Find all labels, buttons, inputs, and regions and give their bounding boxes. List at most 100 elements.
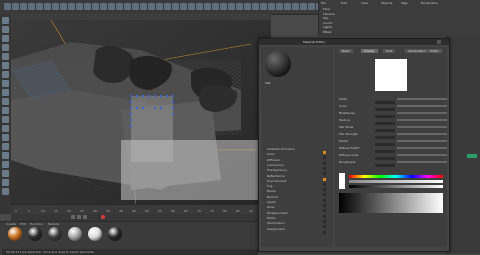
mode-icon[interactable] <box>2 152 9 159</box>
material-ball[interactable] <box>108 227 122 241</box>
material-ball[interactable] <box>48 227 62 241</box>
mode-icon[interactable] <box>2 89 9 96</box>
toolbar-icon[interactable] <box>276 3 283 10</box>
channel-checkbox[interactable] <box>323 204 326 207</box>
toolbar-icon[interactable] <box>4 3 11 10</box>
material-ball[interactable] <box>68 227 82 241</box>
material-tab[interactable]: Shader <box>361 49 378 53</box>
toolbar-icon[interactable] <box>12 3 19 10</box>
toolbar-icon[interactable] <box>292 3 299 10</box>
object-row[interactable]: Lights <box>323 25 332 29</box>
material-ball[interactable] <box>8 227 22 241</box>
mode-icon[interactable] <box>2 125 9 132</box>
channel-row[interactable]: Alpha <box>267 200 326 207</box>
channel-checkbox[interactable] <box>323 177 326 181</box>
property-slider[interactable] <box>397 112 447 114</box>
om-menu-item[interactable]: Tags <box>401 1 408 5</box>
material-tab[interactable]: Basic <box>339 49 353 53</box>
toolbar-icon[interactable] <box>124 3 131 10</box>
mm-menu-edit[interactable]: Edit <box>20 222 26 226</box>
toolbar-icon[interactable] <box>204 3 211 10</box>
mode-icon[interactable] <box>2 71 9 78</box>
toolbar-icon[interactable] <box>212 3 219 10</box>
channel-row[interactable]: Glow <box>267 205 326 213</box>
toolbar-icon[interactable] <box>84 3 91 10</box>
om-menu-item[interactable]: Bookmarks <box>421 1 438 5</box>
mode-icon[interactable] <box>2 80 9 87</box>
channel-checkbox[interactable] <box>323 225 326 229</box>
toolbar-icon[interactable] <box>220 3 227 10</box>
object-row[interactable]: Pillow <box>323 30 332 34</box>
property-slider[interactable] <box>397 147 447 149</box>
property-row[interactable]: Texture <box>339 118 447 125</box>
toolbar-icon[interactable] <box>60 3 67 10</box>
property-slider[interactable] <box>397 105 447 107</box>
play-back-button[interactable] <box>71 215 75 219</box>
channel-row[interactable]: Illumination <box>267 221 326 229</box>
channel-row[interactable]: Reflectance <box>267 174 326 181</box>
channel-row[interactable]: Transparency <box>267 168 326 176</box>
toolbar-icon[interactable] <box>268 3 275 10</box>
toolbar-icon[interactable] <box>100 3 107 10</box>
mode-icon[interactable] <box>2 143 9 150</box>
channel-checkbox[interactable] <box>323 209 326 213</box>
property-slider[interactable] <box>397 126 447 128</box>
om-menu-item[interactable]: Objects <box>381 1 392 5</box>
mode-icon[interactable] <box>2 179 9 186</box>
material-ball[interactable] <box>88 227 102 241</box>
channel-checkbox[interactable] <box>323 198 326 202</box>
mode-icon[interactable] <box>2 170 9 177</box>
property-row[interactable]: Color <box>339 104 447 111</box>
toolbar-icon[interactable] <box>300 3 307 10</box>
mm-menu-create[interactable]: Create <box>6 222 16 226</box>
toolbar-icon[interactable] <box>140 3 147 10</box>
toolbar-icon[interactable] <box>164 3 171 10</box>
channel-row[interactable]: Displacement <box>267 211 326 218</box>
material-tab[interactable]: Grid <box>383 49 396 53</box>
toolbar-icon[interactable] <box>252 3 259 10</box>
toolbar-icon[interactable] <box>196 3 203 10</box>
channel-checkbox[interactable] <box>323 182 326 186</box>
mode-icon[interactable] <box>2 161 9 168</box>
toolbar-icon[interactable] <box>108 3 115 10</box>
property-slider[interactable] <box>397 161 447 163</box>
property-row[interactable]: Roughness <box>339 160 447 167</box>
channel-checkbox[interactable] <box>323 151 326 154</box>
mode-icon[interactable] <box>2 53 9 60</box>
toolbar-icon[interactable] <box>68 3 75 10</box>
channel-checkbox[interactable] <box>323 161 326 165</box>
property-slider[interactable] <box>397 133 447 135</box>
channel-row[interactable]: Ambient Occlusion <box>267 147 326 154</box>
toolbar-icon[interactable] <box>116 3 123 10</box>
toolbar-icon[interactable] <box>236 3 243 10</box>
channel-checkbox[interactable] <box>323 188 326 192</box>
property-row[interactable]: Mix Mode <box>339 125 447 132</box>
color-gradient[interactable] <box>339 193 443 213</box>
property-row[interactable]: Brightness <box>339 111 447 118</box>
property-slider[interactable] <box>397 140 447 142</box>
channel-row[interactable]: Normal <box>267 195 326 202</box>
om-menu-item[interactable]: View <box>361 1 368 5</box>
play-button[interactable] <box>77 215 81 219</box>
channel-row[interactable]: Fog <box>267 184 326 192</box>
channel-checkbox[interactable] <box>323 193 326 197</box>
toolbar-icon[interactable] <box>260 3 267 10</box>
channel-row[interactable]: Editor <box>267 216 326 223</box>
mode-icon[interactable] <box>2 134 9 141</box>
mode-icon[interactable] <box>2 17 9 24</box>
channel-row[interactable]: Bump <box>267 189 326 197</box>
channel-checkbox[interactable] <box>323 219 326 223</box>
channel-row[interactable]: Environment <box>267 179 326 186</box>
property-slider[interactable] <box>397 98 447 100</box>
channel-checkbox[interactable] <box>323 166 326 170</box>
mode-icon[interactable] <box>2 62 9 69</box>
toolbar-icon[interactable] <box>156 3 163 10</box>
mode-icon[interactable] <box>2 35 9 42</box>
viewport[interactable] <box>11 14 271 204</box>
object-row[interactable]: Couch <box>323 21 332 25</box>
material-preview-ball[interactable] <box>265 51 291 77</box>
object-row[interactable]: Floor <box>323 7 330 11</box>
property-row[interactable]: Mode <box>339 97 447 104</box>
object-row[interactable]: Sky <box>323 16 328 20</box>
channel-row[interactable]: Assignment <box>267 227 326 234</box>
